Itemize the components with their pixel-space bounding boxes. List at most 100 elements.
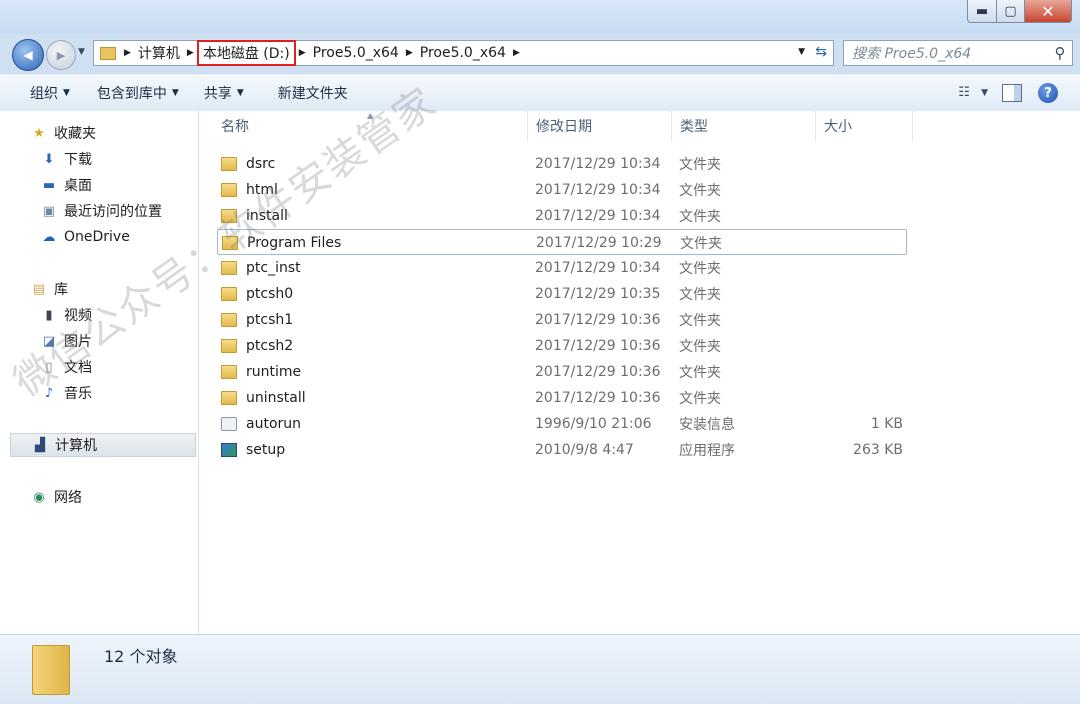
chevron-down-icon: ▼ <box>63 88 70 98</box>
view-options-icon[interactable]: ☷ <box>953 85 975 101</box>
help-icon[interactable]: ? <box>1038 83 1058 103</box>
back-button[interactable]: ◀ <box>12 39 44 71</box>
sidebar-item-label: 音乐 <box>64 386 92 402</box>
file-type: 文件夹 <box>679 157 721 173</box>
file-type: 应用程序 <box>679 443 735 459</box>
recent-pages-dropdown-icon[interactable]: ▼ <box>78 47 85 57</box>
folder-icon <box>221 209 237 223</box>
close-button[interactable]: ✕ <box>1025 0 1072 23</box>
sidebar-item-music[interactable]: ♪ 音乐 <box>40 381 92 405</box>
column-header-modified[interactable]: 修改日期 <box>528 111 672 141</box>
file-row[interactable]: setup 2010/9/8 4:47 应用程序 263 KB <box>217 437 907 463</box>
desktop-icon: ▬ <box>42 177 56 193</box>
item-count: 12 个对象 <box>104 647 178 666</box>
search-box[interactable]: 搜索 Proe5.0_x64 ⚲ <box>843 40 1073 66</box>
sidebar-item-recent-places[interactable]: ▣ 最近访问的位置 <box>40 199 162 223</box>
star-icon: ★ <box>33 125 45 141</box>
file-name: html <box>246 182 278 198</box>
view-dropdown-icon[interactable]: ▼ <box>981 88 988 98</box>
column-header-name[interactable]: 名称 <box>213 111 528 141</box>
file-name: ptcsh0 <box>246 286 294 302</box>
folder-icon <box>221 287 237 301</box>
file-row[interactable]: html 2017/12/29 10:34 文件夹 <box>217 177 907 203</box>
maximize-button[interactable]: ▢ <box>997 0 1025 23</box>
file-row[interactable]: ptcsh2 2017/12/29 10:36 文件夹 <box>217 333 907 359</box>
file-size <box>818 230 904 256</box>
search-input[interactable]: 搜索 Proe5.0_x64 <box>852 43 1048 63</box>
chevron-right-icon[interactable]: ▶ <box>509 48 524 58</box>
refresh-icon[interactable]: ⇆ <box>815 44 827 60</box>
navigation-bar: ◀ ▶ ▼ ▶ 计算机 ▶ 本地磁盘 (D:) ▶ Proe5.0_x64 ▶ … <box>0 34 1080 72</box>
sidebar-item-label: 最近访问的位置 <box>64 204 162 220</box>
sidebar-network[interactable]: ◉ 网络 <box>30 485 82 509</box>
file-row[interactable]: ptcsh1 2017/12/29 10:36 文件夹 <box>217 307 907 333</box>
download-icon: ⬇ <box>43 151 55 167</box>
file-row[interactable]: uninstall 2017/12/29 10:36 文件夹 <box>217 385 907 411</box>
forward-arrow-icon: ▶ <box>56 48 66 62</box>
file-row[interactable]: dsrc 2017/12/29 10:34 文件夹 <box>217 151 907 177</box>
file-list: ▲ 名称 修改日期 类型 大小 dsrc 2017/12/29 10:34 文件夹 h… <box>199 111 1080 634</box>
breadcrumb-computer[interactable]: 计算机 <box>135 41 183 65</box>
sidebar-item-desktop[interactable]: ▬ 桌面 <box>40 173 92 197</box>
file-row[interactable]: autorun 1996/9/10 21:06 安装信息 1 KB <box>217 411 907 437</box>
file-type: 文件夹 <box>679 183 721 199</box>
sidebar-item-label: 文档 <box>64 360 92 376</box>
file-modified: 2017/12/29 10:34 <box>535 156 661 172</box>
file-name: dsrc <box>246 156 276 172</box>
file-size <box>817 177 903 203</box>
setup-info-icon <box>221 417 237 431</box>
file-row[interactable]: install 2017/12/29 10:34 文件夹 <box>217 203 907 229</box>
sidebar-item-documents[interactable]: ▯ 文档 <box>40 355 92 379</box>
recent-places-icon: ▣ <box>42 203 56 219</box>
minimize-button[interactable]: ▬ <box>967 0 997 23</box>
address-dropdown-icon[interactable]: ▼ <box>798 47 805 57</box>
search-icon[interactable]: ⚲ <box>1048 44 1072 62</box>
sidebar-item-onedrive[interactable]: ☁ OneDrive <box>40 225 130 249</box>
chevron-right-icon[interactable]: ▶ <box>402 48 417 58</box>
preview-pane-icon[interactable] <box>1002 84 1022 102</box>
organize-button[interactable]: 组织 ▼ <box>20 78 80 108</box>
file-modified: 2017/12/29 10:36 <box>535 390 661 406</box>
folder-icon <box>221 339 237 353</box>
file-modified: 1996/9/10 21:06 <box>535 416 652 432</box>
sidebar-item-videos[interactable]: ▮ 视频 <box>40 303 92 327</box>
file-row[interactable]: Program Files 2017/12/29 10:29 文件夹 <box>217 229 907 255</box>
column-header-size[interactable]: 大小 <box>816 111 913 141</box>
sidebar-favorites[interactable]: ★ 收藏夹 <box>30 121 96 145</box>
chevron-right-icon[interactable]: ▶ <box>120 48 135 58</box>
breadcrumb-proe-subfolder[interactable]: Proe5.0_x64 <box>417 41 509 65</box>
sidebar-item-downloads[interactable]: ⬇ 下载 <box>40 147 92 171</box>
address-bar[interactable]: ▶ 计算机 ▶ 本地磁盘 (D:) ▶ Proe5.0_x64 ▶ Proe5.… <box>93 40 834 66</box>
file-type: 文件夹 <box>679 391 721 407</box>
breadcrumb-local-disk-d[interactable]: 本地磁盘 (D:) <box>196 40 296 66</box>
file-name: ptcsh2 <box>246 338 294 354</box>
file-row[interactable]: ptc_inst 2017/12/29 10:34 文件夹 <box>217 255 907 281</box>
chevron-right-icon[interactable]: ▶ <box>295 48 310 58</box>
sidebar-item-label: 桌面 <box>64 178 92 194</box>
file-row[interactable]: ptcsh0 2017/12/29 10:35 文件夹 <box>217 281 907 307</box>
column-header-type[interactable]: 类型 <box>672 111 816 141</box>
file-name-cell: runtime <box>221 359 301 385</box>
folder-icon <box>221 365 237 379</box>
file-size <box>817 385 903 411</box>
back-arrow-icon: ◀ <box>23 48 33 62</box>
file-row[interactable]: runtime 2017/12/29 10:36 文件夹 <box>217 359 907 385</box>
sidebar-item-pictures[interactable]: ◪ 图片 <box>40 329 92 353</box>
breadcrumb-proe-folder[interactable]: Proe5.0_x64 <box>310 41 402 65</box>
explorer-window: ▬ ▢ ✕ ◀ ▶ ▼ ▶ 计算机 ▶ 本地磁盘 (D:) ▶ Proe5.0_… <box>0 0 1080 704</box>
sidebar-item-label: OneDrive <box>64 229 130 245</box>
file-name-cell: ptc_inst <box>221 255 301 281</box>
include-in-library-button[interactable]: 包含到库中 ▼ <box>87 78 189 108</box>
new-folder-button[interactable]: 新建文件夹 <box>268 78 358 108</box>
forward-button[interactable]: ▶ <box>46 40 76 70</box>
sidebar-libraries[interactable]: ▤ 库 <box>30 277 68 301</box>
file-size <box>817 255 903 281</box>
file-name-cell: ptcsh1 <box>221 307 293 333</box>
file-modified: 2010/9/8 4:47 <box>535 442 634 458</box>
pictures-icon: ◪ <box>42 333 56 349</box>
organize-label: 组织 <box>30 86 58 102</box>
sidebar-computer[interactable]: ▟ 计算机 <box>10 433 196 457</box>
chevron-right-icon[interactable]: ▶ <box>183 48 198 58</box>
share-button[interactable]: 共享 ▼ <box>194 78 254 108</box>
video-icon: ▮ <box>45 307 53 323</box>
